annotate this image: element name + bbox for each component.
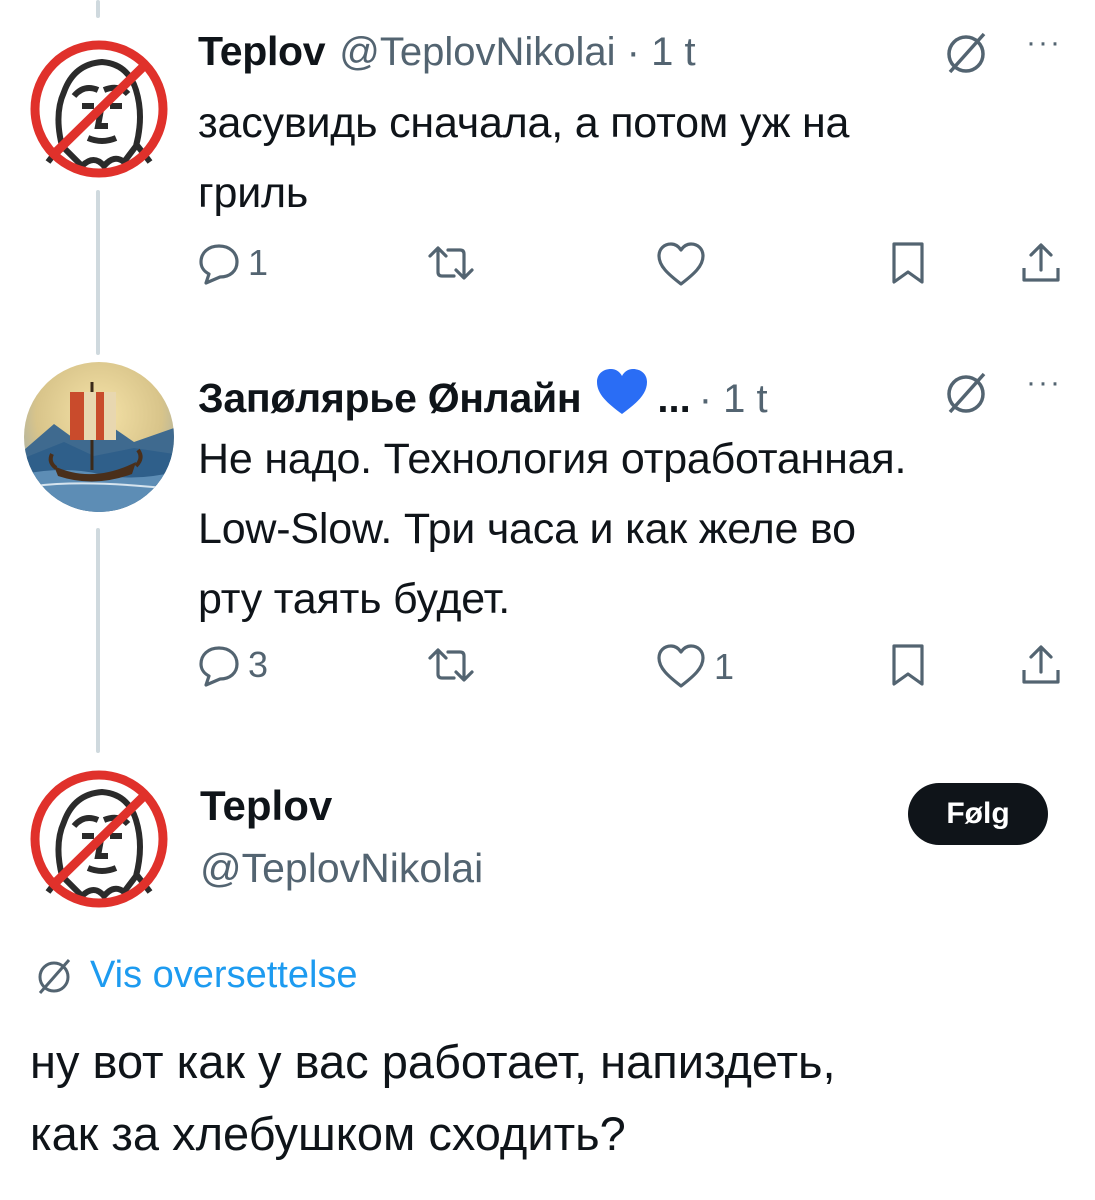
- reply-count: 1: [248, 242, 269, 283]
- bookmark-button[interactable]: [888, 642, 928, 688]
- bookmark-button[interactable]: [888, 240, 928, 286]
- reply-icon: [199, 244, 239, 285]
- viking-ship-icon: [24, 362, 174, 512]
- author-name[interactable]: Teplov: [198, 28, 326, 75]
- avatar-teplov-1[interactable]: [24, 34, 174, 184]
- share-button[interactable]: [1018, 240, 1064, 286]
- repost-button[interactable]: [424, 642, 484, 688]
- thread-line-top: [96, 0, 100, 18]
- globe-slash-icon[interactable]: [940, 366, 992, 423]
- blue-heart-icon: [593, 366, 651, 423]
- reply-icon: [199, 646, 239, 687]
- follow-button[interactable]: Følg: [908, 783, 1048, 845]
- text-line: гриль: [198, 169, 309, 217]
- reply-button[interactable]: 3: [196, 642, 268, 688]
- reply2-actions: 3 1: [196, 642, 1076, 698]
- thread-line-1: [96, 190, 100, 355]
- no-putin-icon: [30, 770, 168, 908]
- heart-icon: [657, 644, 705, 688]
- no-putin-icon: [30, 40, 168, 178]
- reply2-header: Запøлярье Øнлайн ... · 1 t: [198, 360, 768, 422]
- repost-icon: [428, 648, 474, 682]
- name-ellipsis: ...: [657, 377, 691, 421]
- translate-link[interactable]: Vis oversettelse: [32, 953, 358, 997]
- bookmark-icon: [892, 242, 924, 284]
- more-options-icon[interactable]: ···: [1026, 26, 1062, 60]
- heart-icon: [657, 242, 705, 286]
- reply-button[interactable]: 1: [196, 240, 268, 286]
- reply1-text: засувидь сначала, а потом уж на гриль: [198, 88, 1068, 228]
- author-name[interactable]: Teplov: [200, 782, 332, 830]
- bookmark-icon: [892, 644, 924, 686]
- main-tweet-text: ну вот как у вас работает, напиздеть, ка…: [30, 1026, 1070, 1170]
- text-line: Low-Slow. Три часа и как желе во: [198, 505, 856, 553]
- text-line: как за хлебушком сходить?: [30, 1107, 626, 1160]
- handle-and-time[interactable]: · 1 t: [699, 377, 768, 422]
- avatar-zapolyarye[interactable]: [24, 362, 174, 512]
- reply2-text: Не надо. Технология отработанная. Low-Sl…: [198, 424, 1068, 634]
- globe-slash-icon: [38, 959, 71, 994]
- text-line: засувидь сначала, а потом уж на: [198, 99, 850, 147]
- author-handle[interactable]: @TeplovNikolai: [200, 845, 483, 892]
- more-options-icon[interactable]: ···: [1026, 366, 1062, 400]
- text-line: ну вот как у вас работает, напиздеть,: [30, 1035, 836, 1088]
- repost-icon: [428, 246, 474, 280]
- like-button[interactable]: 1: [654, 642, 734, 692]
- like-button[interactable]: [654, 240, 714, 290]
- share-icon: [1022, 243, 1060, 282]
- text-line: рту таять будет.: [198, 575, 511, 623]
- text-line: Не надо. Технология отработанная.: [198, 435, 907, 483]
- translate-label: Vis oversettelse: [90, 953, 358, 996]
- reply1-header: Teplov @TeplovNikolai · 1 t: [198, 28, 696, 75]
- share-icon: [1022, 645, 1060, 684]
- share-button[interactable]: [1018, 642, 1064, 688]
- avatar-teplov-main[interactable]: [24, 764, 174, 914]
- reply1-actions: 1: [196, 240, 1076, 296]
- author-name[interactable]: Запøлярье Øнлайн: [198, 375, 582, 422]
- handle-and-time[interactable]: @TeplovNikolai · 1 t: [339, 30, 695, 75]
- reply-count: 3: [248, 644, 269, 685]
- globe-slash-icon[interactable]: [940, 26, 992, 83]
- repost-button[interactable]: [424, 240, 484, 286]
- thread-line-2: [96, 528, 100, 753]
- like-count: 1: [714, 646, 735, 687]
